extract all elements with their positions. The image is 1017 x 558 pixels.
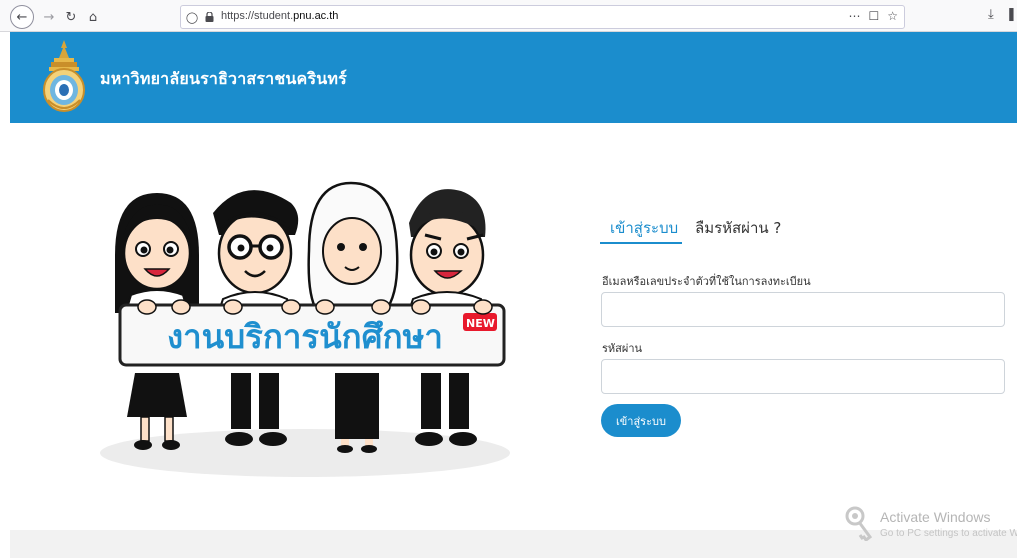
activate-windows-title: Activate Windows (880, 509, 991, 525)
library-icon[interactable]: ❚ (1006, 7, 1017, 22)
reload-icon[interactable]: ↻ (60, 6, 82, 28)
activate-windows-watermark: Activate Windows Go to PC settings to ac… (843, 505, 1017, 545)
browser-toolbar: ← → ↻ ⌂ ◯ https://student.pnu.ac.th ⋯ ☐ … (0, 0, 1017, 32)
download-icon[interactable]: ⤓ (988, 7, 994, 22)
home-icon[interactable]: ⌂ (82, 6, 104, 28)
email-field-label: อีเมลหรือเลขประจำตัวที่ใช้ในการลงทะเบียน (602, 275, 811, 288)
shield-icon[interactable]: ◯ (185, 10, 199, 24)
back-arrow-icon[interactable]: ← (10, 5, 34, 29)
tab-login[interactable]: เข้าสู่ระบบ (610, 216, 678, 240)
students-illustration: งานบริการนักศึกษา NEW (100, 181, 510, 477)
password-field-label: รหัสผ่าน (602, 342, 643, 355)
login-tabs: เข้าสู่ระบบ ลืมรหัสผ่าน ? (600, 212, 1004, 246)
lock-icon[interactable] (205, 12, 214, 22)
url-text[interactable]: https://student.pnu.ac.th (221, 10, 338, 22)
university-name: มหาวิทยาลัยนราธิวาสราชนครินทร์ (100, 69, 347, 88)
password-field[interactable] (601, 359, 1005, 394)
key-icon (845, 506, 873, 541)
forward-arrow-icon[interactable]: → (38, 6, 60, 28)
page-actions-icon[interactable]: ⋯ (848, 9, 860, 23)
site-header: มหาวิทยาลัยนราธิวาสราชนครินทร์ (10, 32, 1017, 123)
login-button[interactable]: เข้าสู่ระบบ (601, 404, 681, 437)
university-logo[interactable] (40, 38, 88, 116)
active-tab-indicator (600, 242, 682, 244)
address-bar[interactable]: ◯ https://student.pnu.ac.th ⋯ ☐ ☆ (180, 5, 905, 29)
email-field[interactable] (601, 292, 1005, 327)
bookmark-star-icon[interactable]: ☆ (887, 9, 898, 23)
new-badge-text: NEW (466, 317, 495, 330)
pocket-icon[interactable]: ☐ (868, 9, 879, 23)
banner-text: งานบริการนักศึกษา (167, 317, 443, 356)
activate-windows-subtitle: Go to PC settings to activate Windows. (880, 528, 1017, 539)
tab-forgot-password[interactable]: ลืมรหัสผ่าน ? (695, 216, 781, 240)
